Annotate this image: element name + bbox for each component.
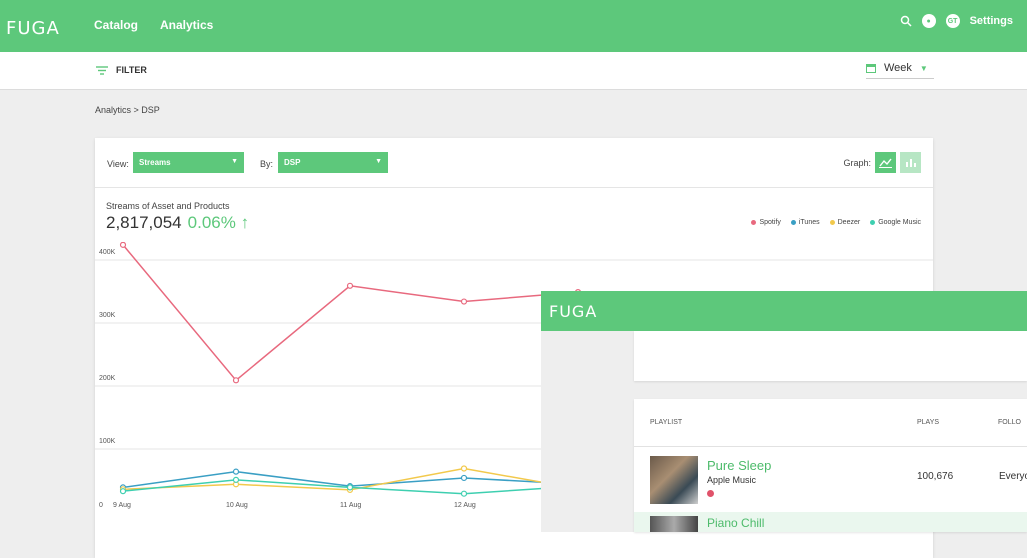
chevron-down-icon: ▼	[375, 158, 382, 165]
data-point[interactable]	[119, 488, 127, 495]
legend-label: Spotify	[759, 219, 781, 226]
y-tick-label: 100K	[99, 438, 116, 445]
filter-button[interactable]: FILTER	[96, 65, 147, 75]
legend-label: iTunes	[798, 219, 820, 226]
legend-dot	[790, 219, 796, 225]
legend-item-spotify[interactable]: Spotify	[751, 219, 781, 226]
legend-dot	[870, 219, 876, 225]
legend-item-deezer[interactable]: Deezer	[829, 219, 861, 226]
divider	[634, 446, 1027, 447]
playlist-followers: Everyo	[999, 471, 1027, 482]
metric-value-row: 2,817,054 0.06% ↑	[106, 213, 249, 233]
data-point[interactable]	[232, 377, 240, 384]
filter-bar: FILTER Week ▼	[0, 52, 1027, 90]
data-point[interactable]	[232, 468, 240, 475]
avatar[interactable]: GT	[945, 14, 960, 28]
period-value: Week	[884, 62, 912, 74]
by-select-value: DSP	[284, 158, 301, 167]
search-icon[interactable]	[900, 15, 912, 27]
view-select[interactable]: Streams ▼	[133, 152, 244, 173]
data-point[interactable]	[460, 298, 468, 305]
settings-link[interactable]: Settings	[970, 15, 1013, 27]
playlist-plays: 100,676	[917, 471, 954, 482]
data-point[interactable]	[119, 242, 127, 248]
x-tick-label: 9 Aug	[113, 502, 131, 509]
legend-dot	[751, 219, 757, 225]
chevron-down-icon: ▼	[231, 158, 238, 165]
metric-value: 2,817,054	[106, 213, 182, 232]
top-navbar: FUGA Catalog Analytics ● GT Settings	[0, 0, 1027, 52]
legend-dot	[829, 219, 835, 225]
playlist-name[interactable]: Pure Sleep	[707, 458, 771, 473]
data-point[interactable]	[346, 484, 354, 491]
bar-chart-icon	[906, 159, 916, 167]
by-select[interactable]: DSP ▼	[278, 152, 388, 173]
overlay-window: FUGA PLAYLIST PLAYS FOLLO Pure Sleep App…	[541, 291, 1027, 532]
fuga-logo[interactable]: FUGA	[549, 302, 597, 321]
overlay-card	[634, 331, 1027, 381]
x-tick-label: 12 Aug	[454, 502, 476, 509]
col-header-playlist[interactable]: PLAYLIST	[650, 419, 682, 426]
filter-icon	[96, 65, 108, 75]
notification-icon[interactable]: ●	[921, 14, 936, 28]
chart-legend: Spotify iTunes Deezer Google Music	[751, 219, 921, 226]
data-point[interactable]	[460, 465, 468, 472]
filter-label: FILTER	[116, 65, 147, 75]
legend-label: Google Music	[878, 219, 921, 226]
data-point[interactable]	[460, 490, 468, 497]
period-select[interactable]: Week ▼	[866, 62, 934, 79]
playlist-cover-image	[650, 456, 698, 504]
metric-title: Streams of Asset and Products	[106, 201, 230, 211]
legend-item-google-music[interactable]: Google Music	[870, 219, 921, 226]
metric-change: 0.06% ↑	[187, 213, 250, 232]
x-tick-label: 11 Aug	[340, 502, 361, 509]
table-row[interactable]: Piano Chill	[634, 512, 1027, 532]
fuga-logo[interactable]: FUGA	[6, 18, 60, 39]
breadcrumb: Analytics > DSP	[95, 105, 160, 115]
line-chart-icon	[879, 158, 892, 168]
y-tick-label: 400K	[99, 249, 116, 256]
playlist-name[interactable]: Piano Chill	[707, 516, 764, 530]
y-tick-label: 0	[99, 502, 103, 509]
playlist-table: PLAYLIST PLAYS FOLLO Pure Sleep Apple Mu…	[634, 399, 1027, 532]
by-label: By:	[260, 159, 274, 169]
col-header-plays[interactable]: PLAYS	[917, 419, 939, 426]
y-tick-label: 300K	[99, 312, 116, 319]
data-point[interactable]	[232, 476, 240, 483]
playlist-cover-image	[650, 516, 698, 532]
bar-graph-button[interactable]	[900, 152, 921, 173]
col-header-followers[interactable]: FOLLO	[998, 419, 1021, 426]
nav-analytics[interactable]: Analytics	[160, 18, 213, 32]
x-tick-label: 10 Aug	[226, 502, 248, 509]
legend-label: Deezer	[837, 219, 861, 226]
service-dot-icon	[707, 490, 714, 497]
view-select-value: Streams	[139, 158, 171, 167]
chevron-down-icon: ▼	[919, 63, 928, 73]
y-tick-label: 200K	[99, 375, 116, 382]
data-point[interactable]	[460, 474, 468, 482]
playlist-service: Apple Music	[707, 475, 757, 485]
data-point[interactable]	[346, 282, 354, 289]
line-graph-button[interactable]	[875, 152, 896, 173]
controls-row: View: Streams ▼ By: DSP ▼ Graph:	[95, 138, 933, 188]
overlay-navbar: FUGA	[541, 291, 1027, 331]
view-label: View:	[107, 159, 129, 169]
series-line-spotify	[122, 244, 579, 382]
calendar-icon	[866, 64, 876, 73]
nav-catalog[interactable]: Catalog	[94, 18, 138, 32]
legend-item-itunes[interactable]: iTunes	[790, 219, 820, 226]
graph-label: Graph:	[843, 157, 871, 168]
